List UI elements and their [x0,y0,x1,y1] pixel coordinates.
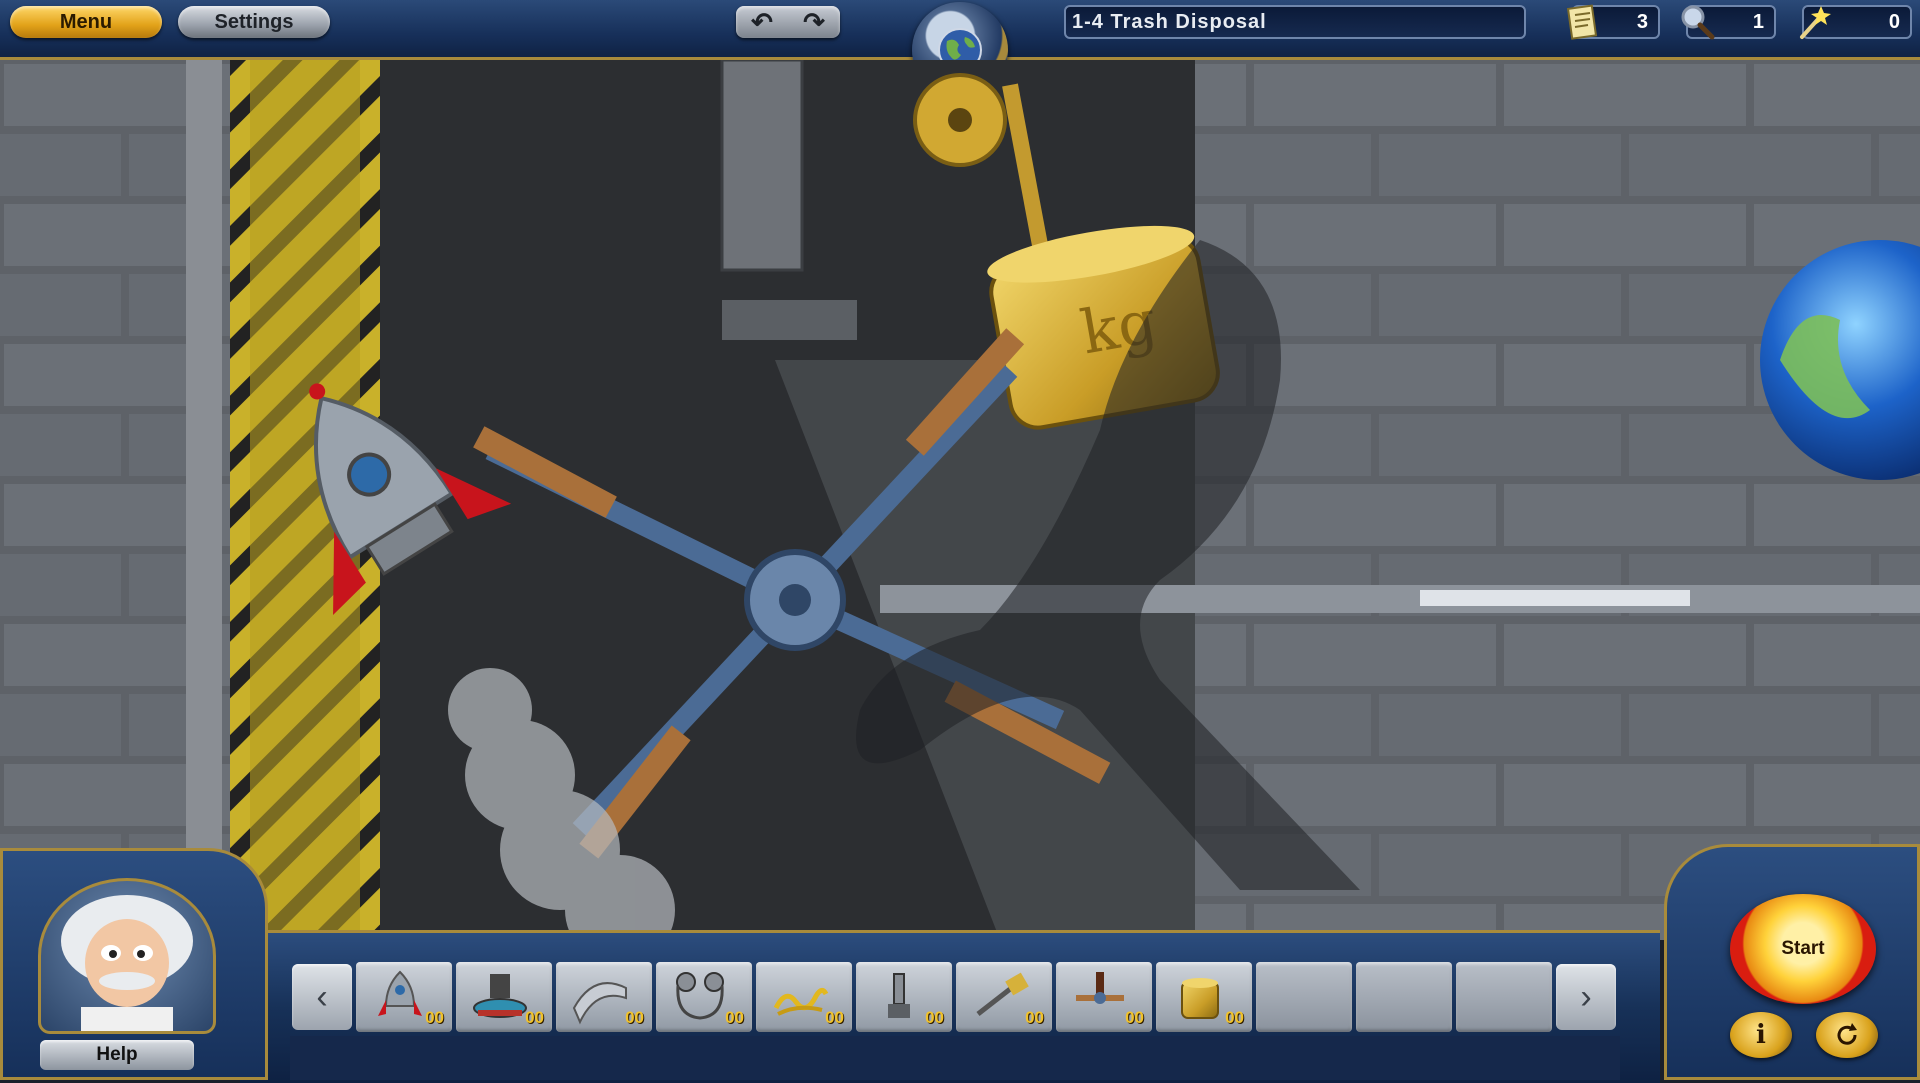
tray-slot-kg-weight[interactable]: 00 [1156,962,1252,1032]
tray-slot-pulley-belt[interactable]: 00 [656,962,752,1032]
help-button[interactable]: Help [40,1040,194,1070]
steel-rail [186,60,222,940]
wand-count: 0 [1888,10,1900,33]
bracket-clamp [722,300,857,340]
settings-button[interactable]: Settings [178,6,330,38]
playfield[interactable]: kg [0,60,1920,940]
hammer-arm-icon [976,972,1029,1016]
reset-icon [1837,1023,1857,1045]
tray-track [290,1036,1620,1080]
slot-count: 00 [525,1008,544,1027]
info-icon: i [1756,1020,1766,1050]
slot-count: 00 [425,1008,444,1027]
tray-slot-empty[interactable] [1256,962,1352,1032]
chevron-left-icon: ‹ [316,977,328,1016]
parts-tray: ‹ 00 00 00 00 00 00 00 00 00 › [290,962,1630,1032]
reset-button[interactable] [1816,1012,1878,1058]
tray-slot-empty[interactable] [1356,962,1452,1032]
notepad-icon [1566,4,1598,40]
redo-icon[interactable]: ↷ [803,7,825,38]
start-button[interactable]: Start [1730,894,1876,1004]
rocket-icon [378,970,422,1016]
pulley-belt-icon [676,972,724,1020]
slot-count: 00 [825,1008,844,1027]
undo-icon[interactable]: ↶ [751,7,773,38]
wand-counter[interactable]: 0 [1800,5,1912,39]
tray-slot-lever-switch[interactable]: 00 [856,962,952,1032]
chevron-right-icon: › [1580,977,1592,1016]
level-title: 1-4 Trash Disposal [1064,5,1526,39]
magic-wand-icon [1800,6,1831,39]
slot-count: 00 [1025,1008,1044,1027]
professor-avatar[interactable] [38,878,216,1034]
tray-slot-propeller[interactable]: 00 [1056,962,1152,1032]
lever-switch-icon [888,973,910,1018]
notes-counter[interactable]: 3 [1566,4,1660,40]
undo-redo-group: ↶ ↷ [736,6,840,38]
magnifier-counter[interactable]: 1 [1681,5,1776,40]
slot-count: 00 [925,1008,944,1027]
slot-count: 00 [725,1008,744,1027]
spring-icon [773,988,829,1016]
tray-slot-trampoline[interactable]: 00 [456,962,552,1032]
slot-count: 00 [1225,1008,1244,1027]
tray-left-arrow[interactable]: ‹ [292,964,352,1030]
tray-slot-hammer-arm[interactable]: 00 [956,962,1052,1032]
propeller-icon [1076,972,1124,1004]
slot-count: 00 [1125,1008,1144,1027]
menu-button[interactable]: Menu [10,6,162,38]
tray-right-arrow[interactable]: › [1556,964,1616,1030]
kg-weight-icon [1181,978,1219,1019]
info-button[interactable]: i [1730,1012,1792,1058]
tray-slot-ramp[interactable]: 00 [556,962,652,1032]
metal-bracket [720,60,804,272]
magnifier-count: 1 [1752,10,1764,33]
tray-slot-empty[interactable] [1456,962,1552,1032]
notes-count: 3 [1636,10,1648,33]
magnifier-icon [1681,5,1715,40]
tray-slot-spring[interactable]: 00 [756,962,852,1032]
tray-slot-rocket[interactable]: 00 [356,962,452,1032]
scene: kg [0,60,1920,940]
trampoline-icon [473,974,527,1018]
professor-icon [61,895,193,1031]
slot-count: 00 [625,1008,644,1027]
ramp-icon [572,982,627,1025]
